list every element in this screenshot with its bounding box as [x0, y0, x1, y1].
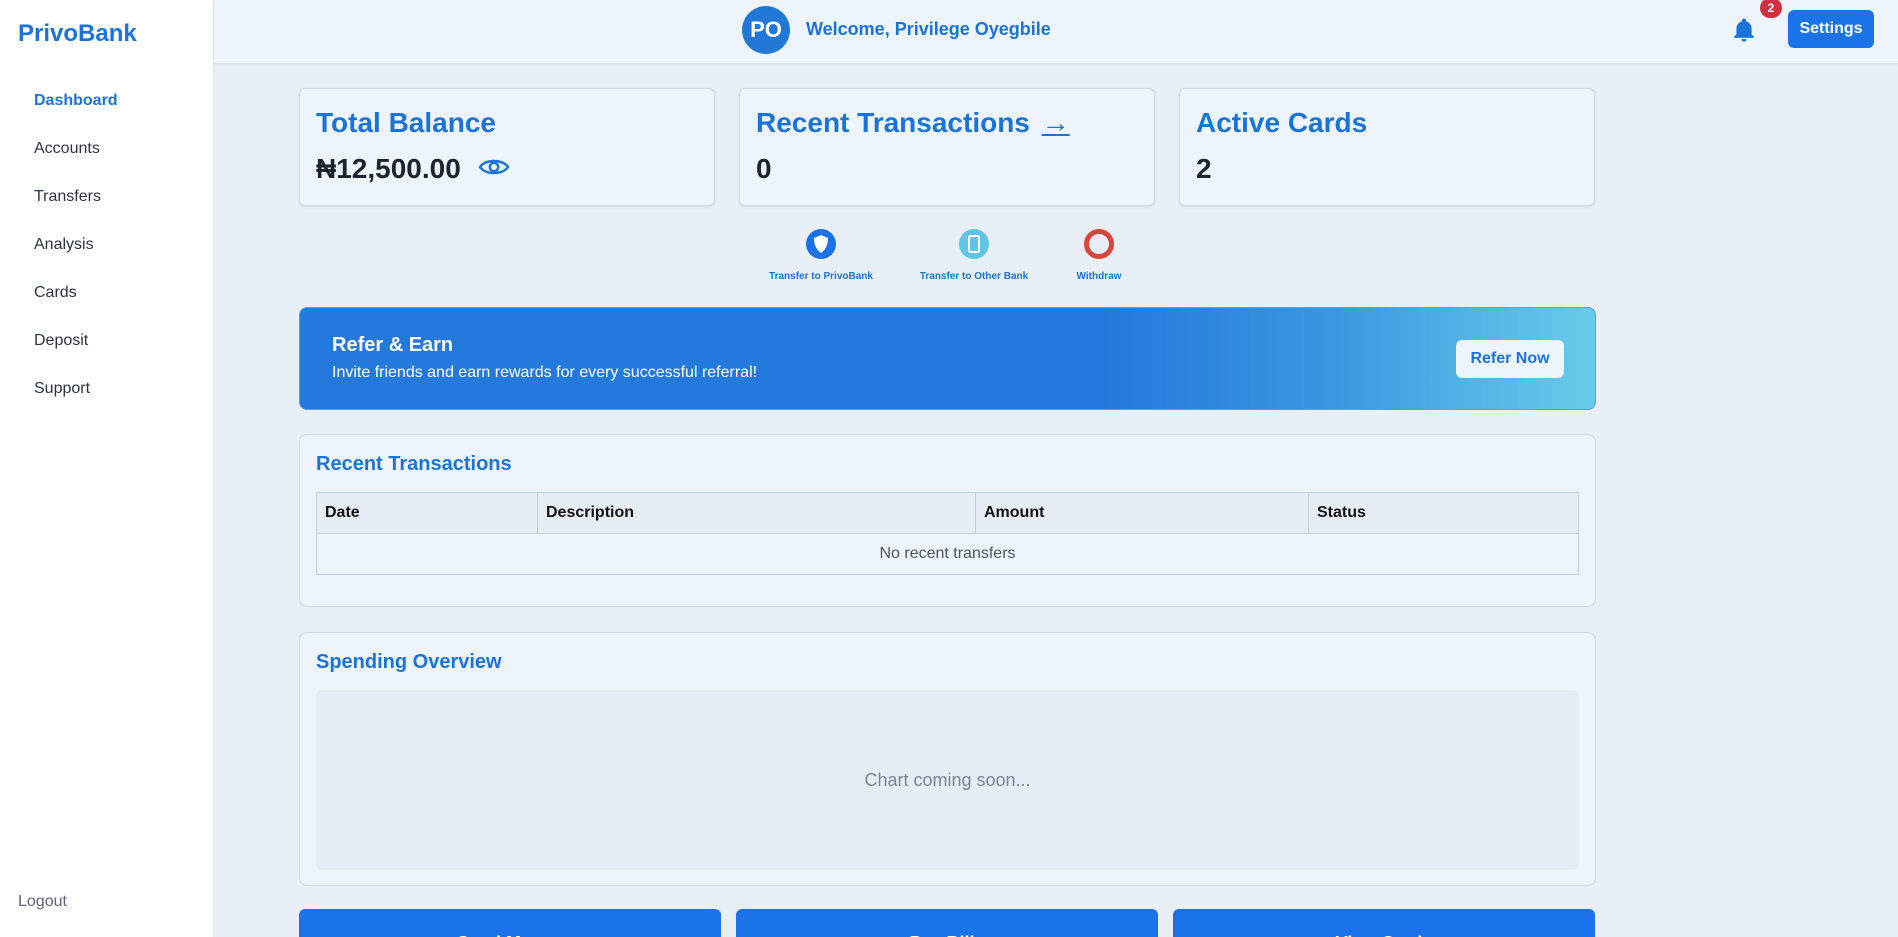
sidebar-item-cards[interactable]: Cards [0, 269, 214, 317]
active-cards-card: Active Cards 2 [1179, 88, 1595, 206]
total-balance-card: Total Balance ₦12,500.00 [299, 88, 715, 206]
view-cards-button[interactable]: View Cards [1173, 909, 1595, 937]
refer-earn-text: Invite friends and earn rewards for ever… [332, 364, 758, 381]
sidebar-nav: Dashboard Accounts Transfers Analysis Ca… [0, 77, 214, 413]
recent-transactions-card-title: Recent Transactions → [756, 107, 1070, 139]
recent-transactions-card-label: Recent Transactions [756, 107, 1030, 138]
pay-bills-button[interactable]: Pay Bills [736, 909, 1158, 937]
recent-transactions-count: 0 [756, 153, 772, 184]
spending-overview-panel: Spending Overview Chart coming soon... [299, 632, 1596, 886]
total-balance-value: ₦12,500.00 [316, 153, 461, 184]
active-cards-title: Active Cards [1196, 107, 1368, 138]
table-row: No recent transfers [316, 533, 1579, 575]
spending-overview-title: Spending Overview [316, 651, 502, 673]
transactions-table: Date Description Amount Status No recent… [316, 492, 1579, 575]
sidebar-item-analysis[interactable]: Analysis [0, 221, 214, 269]
recent-transactions-title: Recent Transactions [316, 453, 512, 475]
avatar[interactable]: PO [742, 6, 790, 54]
sidebar: PrivoBank Dashboard Accounts Transfers A… [0, 0, 214, 937]
column-header-amount: Amount [975, 492, 1309, 534]
active-cards-count: 2 [1196, 153, 1212, 184]
send-money-button[interactable]: Send Money [299, 909, 721, 937]
brand-logo[interactable]: PrivoBank [18, 20, 137, 48]
column-header-date: Date [316, 492, 538, 534]
sidebar-item-transfers[interactable]: Transfers [0, 173, 214, 221]
ring-icon [1084, 229, 1114, 259]
table-header-row: Date Description Amount Status [316, 492, 1579, 534]
shield-icon [806, 229, 836, 259]
chart-placeholder-text: Chart coming soon... [864, 769, 1031, 790]
empty-state-text: No recent transfers [316, 533, 1579, 575]
welcome-text: Welcome, Privilege Oyegbile [806, 19, 1051, 39]
logout-link[interactable]: Logout [18, 893, 67, 911]
withdraw-action[interactable]: Withdraw [1024, 228, 1174, 282]
sidebar-item-deposit[interactable]: Deposit [0, 317, 214, 365]
transfer-to-privobank-action[interactable]: Transfer to PrivoBank [746, 228, 896, 282]
sidebar-item-support[interactable]: Support [0, 365, 214, 413]
top-header: PO Welcome, Privilege Oyegbile 2 Setting… [214, 0, 1898, 64]
refer-now-button[interactable]: Refer Now [1456, 340, 1564, 378]
recent-transactions-panel: Recent Transactions Date Description Amo… [299, 434, 1596, 607]
notification-badge: 2 [1760, 0, 1782, 18]
bell-icon[interactable] [1730, 16, 1758, 44]
arrow-right-icon[interactable]: → [1042, 107, 1070, 138]
chart-placeholder: Chart coming soon... [316, 690, 1579, 870]
tablet-icon [959, 229, 989, 259]
sidebar-item-dashboard[interactable]: Dashboard [0, 77, 214, 125]
total-balance-title: Total Balance [316, 107, 496, 138]
sidebar-item-accounts[interactable]: Accounts [0, 125, 214, 173]
quick-action-label: Transfer to PrivoBank [769, 271, 873, 282]
recent-transactions-card: Recent Transactions → 0 [739, 88, 1155, 206]
column-header-status: Status [1308, 492, 1579, 534]
eye-icon[interactable] [478, 155, 510, 179]
quick-action-label: Withdraw [1076, 271, 1122, 282]
settings-button[interactable]: Settings [1788, 10, 1874, 48]
column-header-description: Description [537, 492, 976, 534]
refer-earn-banner: Refer & Earn Invite friends and earn rew… [299, 307, 1596, 410]
refer-earn-title: Refer & Earn [332, 334, 454, 356]
